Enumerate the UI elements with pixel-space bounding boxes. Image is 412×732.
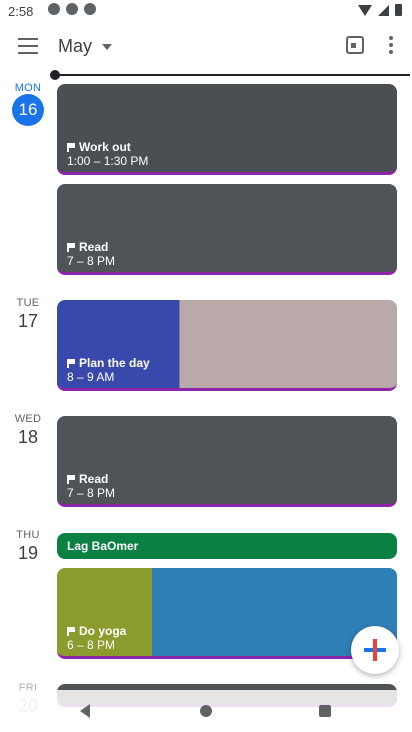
day-label-wed[interactable]: WED 18 (0, 413, 56, 448)
flag-icon (67, 474, 75, 484)
event-title-row: Plan the day (67, 356, 150, 370)
menu-icon[interactable] (18, 38, 38, 54)
status-system-icons (358, 4, 402, 16)
today-calendar-icon[interactable] (346, 36, 364, 54)
day-of-week: THU (16, 529, 40, 541)
day-label-mon[interactable]: MON 16 (0, 82, 56, 126)
month-label: May (58, 36, 93, 56)
recents-icon[interactable] (319, 705, 331, 717)
event-card-read[interactable]: Read 7 – 8 PM (57, 184, 397, 275)
status-notification-icons (48, 3, 96, 15)
event-title-row: Do yoga (67, 624, 126, 638)
event-card-do-yoga[interactable]: Do yoga 6 – 8 PM (57, 568, 397, 659)
event-time: 7 – 8 PM (67, 486, 116, 500)
event-title-row: Read (67, 472, 108, 486)
day-of-week: WED (14, 413, 42, 425)
event-title-row: Read (67, 240, 108, 254)
wifi-icon (358, 4, 372, 16)
back-icon[interactable] (80, 704, 90, 718)
event-title: Do yoga (79, 624, 127, 638)
sd-card-icon (66, 3, 78, 15)
event-time: 7 – 8 PM (67, 254, 116, 268)
event-time: 8 – 9 AM (67, 370, 115, 384)
chevron-down-icon (102, 43, 113, 50)
event-title: Read (79, 472, 109, 486)
event-title-row: Work out (67, 140, 131, 154)
app-notification-icon (48, 3, 60, 15)
current-time-line (54, 74, 410, 76)
day-number: 17 (17, 311, 39, 331)
home-icon[interactable] (200, 705, 212, 717)
app-bar: May (0, 24, 412, 72)
event-title: Work out (79, 140, 131, 154)
battery-icon (395, 4, 402, 16)
flag-icon (67, 142, 75, 152)
flag-icon (67, 242, 75, 252)
event-title: Read (79, 240, 109, 254)
event-card-work-out[interactable]: Work out 1:00 – 1:30 PM (57, 84, 397, 175)
sync-icon (84, 3, 96, 15)
system-nav-bar (0, 690, 412, 732)
event-time: 1:00 – 1:30 PM (67, 154, 149, 168)
more-vert-icon[interactable] (388, 36, 394, 56)
day-number: 18 (17, 427, 39, 447)
signal-icon (378, 4, 389, 16)
event-title: Plan the day (79, 356, 150, 370)
day-of-week: MON (14, 82, 42, 94)
current-time-dot (50, 70, 60, 80)
day-label-thu[interactable]: THU 19 (0, 529, 56, 564)
day-label-tue[interactable]: TUE 17 (0, 297, 56, 332)
event-card-read[interactable]: Read 7 – 8 PM (57, 416, 397, 507)
status-bar: 2:58 (0, 0, 412, 24)
day-of-week: TUE (16, 297, 40, 309)
month-selector[interactable]: May (58, 36, 113, 57)
event-card-plan-the-day[interactable]: Plan the day 8 – 9 AM (57, 300, 397, 391)
day-number: 19 (17, 543, 39, 563)
flag-icon (67, 358, 75, 368)
event-title: Lag BaOmer (67, 539, 139, 553)
event-card-lag-baomer[interactable]: Lag BaOmer (57, 533, 397, 559)
add-event-button[interactable] (351, 626, 399, 674)
flag-icon (67, 626, 75, 636)
day-number-today: 16 (12, 94, 44, 126)
event-time: 6 – 8 PM (67, 638, 116, 652)
status-time: 2:58 (8, 4, 34, 19)
